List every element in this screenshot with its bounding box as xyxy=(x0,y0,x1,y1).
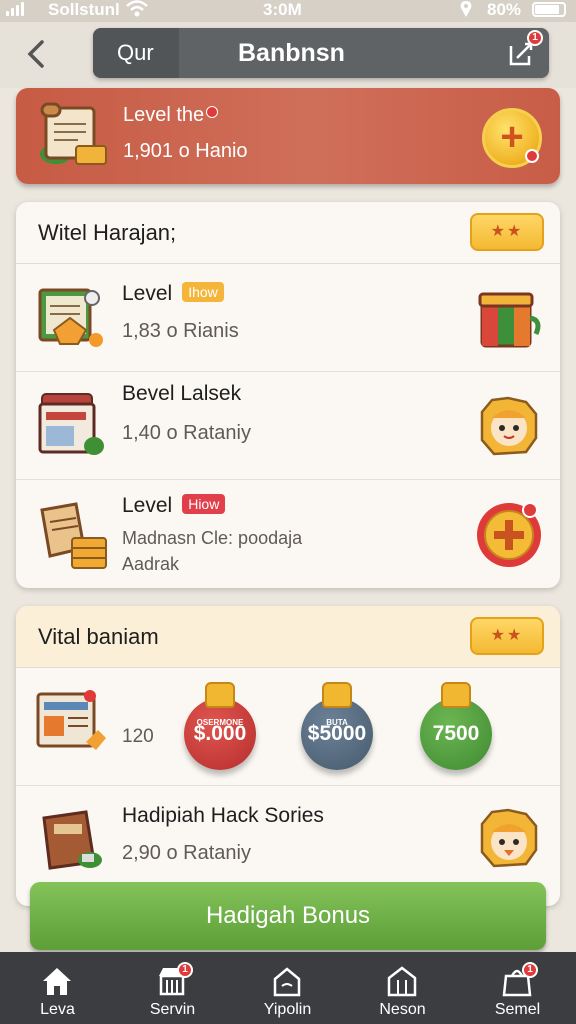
tab-label: Leva xyxy=(40,1001,75,1018)
tab-label: Neson xyxy=(379,1001,426,1018)
money-bag-icon xyxy=(322,682,352,708)
top-bar: Qur Banbnsn 1 xyxy=(0,22,576,88)
document-icon xyxy=(38,288,103,347)
section-card-2: Vital baniam ★★ 120 OSERMONE $.000 BUTA $5… xyxy=(16,606,560,906)
star-icon: ★★ xyxy=(490,627,524,644)
item-meta: 1,83 o Rianis xyxy=(122,320,239,342)
list-item[interactable]: Hadipiah Hack Sories 2,90 o Rataniy xyxy=(16,786,560,896)
item-meta: Madnasn Cle: poodaja xyxy=(122,528,303,548)
search-bar[interactable]: Qur Banbnsn 1 xyxy=(93,28,549,78)
tab-bag[interactable]: 1 Semel xyxy=(460,952,575,1024)
home-icon xyxy=(43,968,71,995)
banner-title: Level the xyxy=(123,104,205,126)
money-bag-icon xyxy=(441,682,471,708)
mascot-icon xyxy=(480,396,538,456)
item-title: Bevel Lalsek xyxy=(122,382,242,405)
book-icon xyxy=(38,393,104,455)
wifi-icon xyxy=(126,0,148,23)
list-item[interactable]: Bevel Lalsek 1,40 o Rataniy xyxy=(16,372,560,480)
tab-building[interactable]: Neson xyxy=(345,952,460,1024)
signal-icon xyxy=(6,2,24,16)
tab-label: Servin xyxy=(149,1001,196,1018)
item-title: Level Hiow xyxy=(122,494,226,518)
carrier-label: Sollstunl xyxy=(48,0,120,19)
tab-badge: 1 xyxy=(522,962,538,978)
newspaper-icon xyxy=(36,690,106,750)
location-icon xyxy=(458,0,474,23)
item-meta-2: Aadrak xyxy=(122,554,180,574)
item-meta: 2,90 o Rataniy xyxy=(122,842,251,864)
edit-badge: 1 xyxy=(527,30,543,46)
tab-badge: 1 xyxy=(177,962,193,978)
star-icon: ★★ xyxy=(490,223,524,240)
tab-store[interactable]: 1 Servin xyxy=(115,952,230,1024)
search-segment[interactable]: Qur xyxy=(93,28,179,78)
battery-percent: 80% xyxy=(487,0,522,19)
add-badge xyxy=(525,149,539,163)
add-button[interactable]: + xyxy=(482,108,542,168)
house-outline-icon xyxy=(273,967,301,997)
item-tag: Hiow xyxy=(182,494,226,514)
coin-option[interactable]: OSERMONE $.000 xyxy=(184,682,256,770)
battery-icon xyxy=(532,2,566,17)
level-banner[interactable]: Level the 1,901 o Hanio + xyxy=(16,88,560,184)
coin-option[interactable]: 7500 xyxy=(420,682,492,770)
item-title: Hadipiah Hack Sories xyxy=(122,804,324,827)
banner-subtitle: 1,901 o Hanio xyxy=(123,140,248,162)
section-title: Vital baniam xyxy=(38,624,159,649)
scroll-icon xyxy=(40,502,107,569)
stars-badge[interactable]: ★★ xyxy=(470,213,544,251)
item-meta: 1,40 o Rataniy xyxy=(122,422,251,444)
money-bag-icon xyxy=(205,682,235,708)
banner-dot xyxy=(206,106,218,118)
coin-row: 120 OSERMONE $.000 BUTA $5000 7500 xyxy=(16,668,560,786)
coin-option[interactable]: BUTA $5000 xyxy=(301,682,373,770)
status-bar: Sollstunl 3:0M 80% xyxy=(0,0,576,22)
bonus-button[interactable]: Hadigah Bonus xyxy=(30,882,546,950)
coin-row-count: 120 xyxy=(122,726,154,747)
tab-label: Yipolin xyxy=(263,1001,312,1018)
tab-label: Semel xyxy=(494,1001,541,1018)
list-item[interactable]: Level Hiow Madnasn Cle: poodaja Aadrak xyxy=(16,480,560,588)
gift-icon xyxy=(478,292,541,348)
section-card-1: Witel Harajan; ★★ Level Ihow 1,83 o Riani… xyxy=(16,202,560,588)
mascot-icon xyxy=(480,808,538,868)
chevron-left-icon xyxy=(27,40,44,68)
item-title: Level Ihow xyxy=(122,282,224,306)
tab-house[interactable]: Yipolin xyxy=(230,952,345,1024)
stars-badge[interactable]: ★★ xyxy=(470,617,544,655)
add-badge-icon[interactable] xyxy=(474,500,544,570)
section-header: Vital baniam ★★ xyxy=(16,606,560,668)
building-icon xyxy=(387,966,417,997)
bag-icon xyxy=(42,810,102,870)
section-title: Witel Harajan; xyxy=(38,220,177,245)
scroll-icon xyxy=(40,102,107,165)
clock: 3:0M xyxy=(263,0,302,19)
tab-bar: Leva 1 Servin Yipolin Neson 1 Semel xyxy=(0,952,576,1024)
edit-button[interactable]: 1 xyxy=(507,30,543,68)
page-title: Banbnsn xyxy=(238,39,345,67)
list-item[interactable]: Level Ihow 1,83 o Rianis xyxy=(16,264,560,372)
plus-icon: + xyxy=(500,115,524,159)
section-header: Witel Harajan; ★★ xyxy=(16,202,560,264)
item-tag: Ihow xyxy=(182,282,224,302)
tab-home[interactable]: Leva xyxy=(0,952,115,1024)
back-button[interactable] xyxy=(20,36,56,72)
